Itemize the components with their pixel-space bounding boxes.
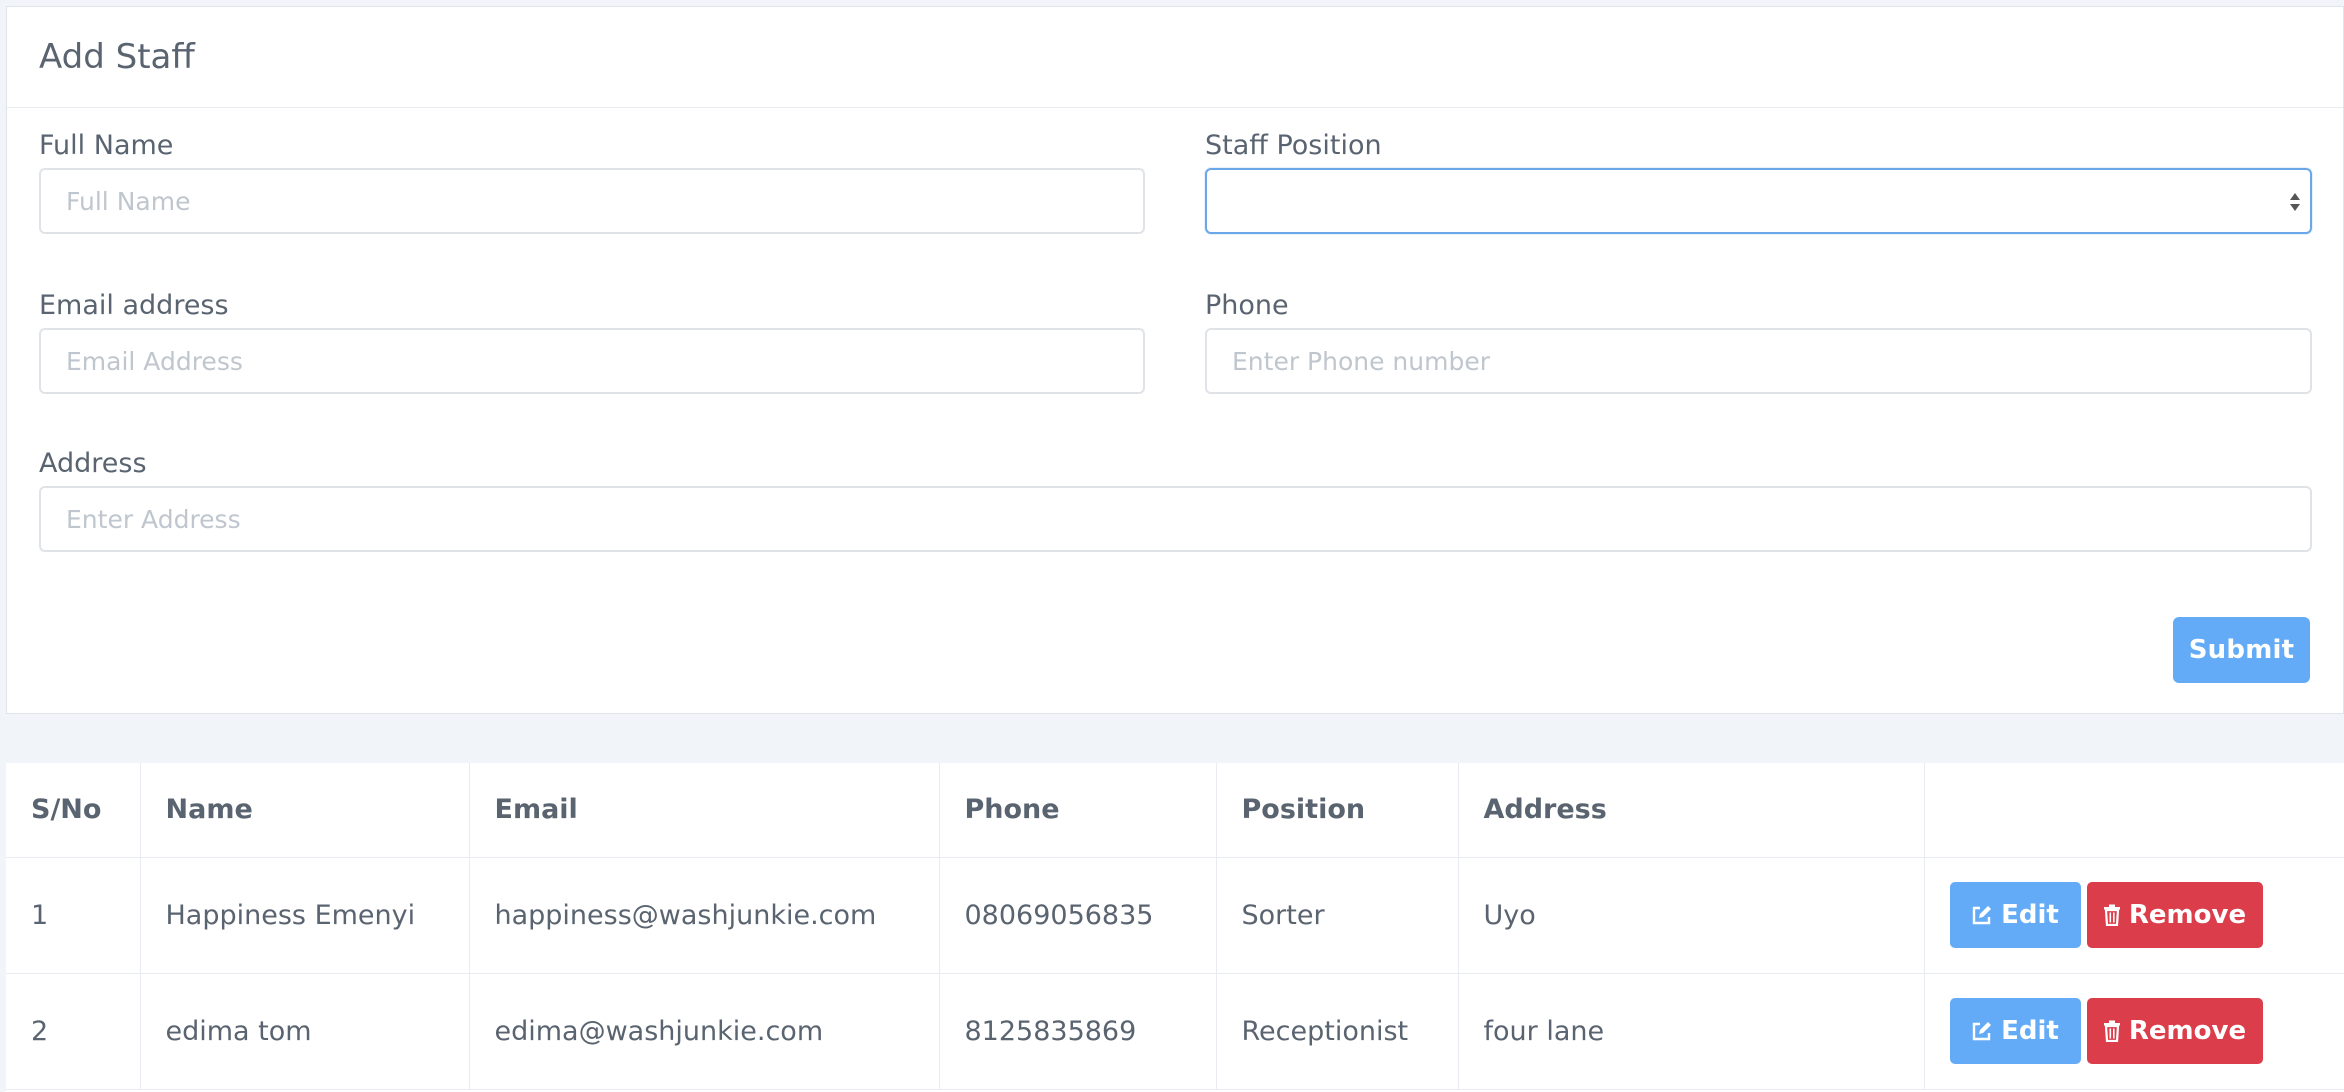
cell-actions: Edit Remove xyxy=(1924,973,2344,1090)
address-input[interactable] xyxy=(39,486,2312,552)
cell-position: Receptionist xyxy=(1216,973,1459,1090)
remove-button[interactable]: Remove xyxy=(2086,998,2263,1064)
address-label: Address xyxy=(39,448,147,479)
table-header-row: S/No Name Email Phone Position Address xyxy=(6,763,2344,858)
cell-email: edima@washjunkie.com xyxy=(469,973,940,1090)
remove-button[interactable]: Remove xyxy=(2086,882,2263,948)
header-name: Name xyxy=(140,763,470,858)
header-address: Address xyxy=(1458,763,1925,858)
edit-label: Edit xyxy=(2001,900,2059,930)
header-actions xyxy=(1924,763,2344,858)
staff-position-select[interactable] xyxy=(1205,168,2312,234)
cell-email: happiness@washjunkie.com xyxy=(469,857,940,974)
header-email: Email xyxy=(469,763,940,858)
cell-sno: 2 xyxy=(6,973,141,1090)
staff-position-label: Staff Position xyxy=(1205,130,1382,161)
phone-input[interactable] xyxy=(1205,328,2312,394)
full-name-input[interactable] xyxy=(39,168,1145,234)
add-staff-card: Add Staff Full Name Staff Position Email… xyxy=(6,6,2344,714)
remove-label: Remove xyxy=(2128,1016,2247,1046)
updown-caret-icon xyxy=(2290,193,2300,211)
email-input[interactable] xyxy=(39,328,1145,394)
edit-square-icon xyxy=(1972,906,1992,925)
header-phone: Phone xyxy=(939,763,1217,858)
full-name-label: Full Name xyxy=(39,130,174,161)
cell-phone: 08069056835 xyxy=(939,857,1217,974)
edit-label: Edit xyxy=(2001,1016,2059,1046)
cell-sno: 1 xyxy=(6,857,141,974)
page-title: Add Staff xyxy=(39,37,195,77)
header-position: Position xyxy=(1216,763,1459,858)
cell-position: Sorter xyxy=(1216,857,1459,974)
trash-icon xyxy=(2103,1020,2120,1042)
remove-label: Remove xyxy=(2128,900,2247,930)
edit-button[interactable]: Edit xyxy=(1949,998,2081,1064)
staff-table: S/No Name Email Phone Position Address 1… xyxy=(6,763,2344,1090)
edit-button[interactable]: Edit xyxy=(1949,882,2081,948)
table-row: 2 edima tom edima@washjunkie.com 8125835… xyxy=(6,973,2344,1090)
phone-label: Phone xyxy=(1205,290,1289,321)
add-staff-form: Full Name Staff Position Email address P… xyxy=(7,108,2343,714)
cell-address: Uyo xyxy=(1458,857,1925,974)
card-header: Add Staff xyxy=(7,7,2343,108)
header-sno: S/No xyxy=(6,763,141,858)
cell-name: edima tom xyxy=(140,973,470,1090)
table-row: 1 Happiness Emenyi happiness@washjunkie.… xyxy=(6,857,2344,974)
cell-phone: 8125835869 xyxy=(939,973,1217,1090)
edit-square-icon xyxy=(1972,1022,1992,1041)
email-label: Email address xyxy=(39,290,229,321)
cell-address: four lane xyxy=(1458,973,1925,1090)
cell-actions: Edit Remove xyxy=(1924,857,2344,974)
submit-button[interactable]: Submit xyxy=(2173,617,2310,683)
cell-name: Happiness Emenyi xyxy=(140,857,470,974)
staff-table-container: S/No Name Email Phone Position Address 1… xyxy=(6,763,2344,1092)
trash-icon xyxy=(2103,904,2120,926)
